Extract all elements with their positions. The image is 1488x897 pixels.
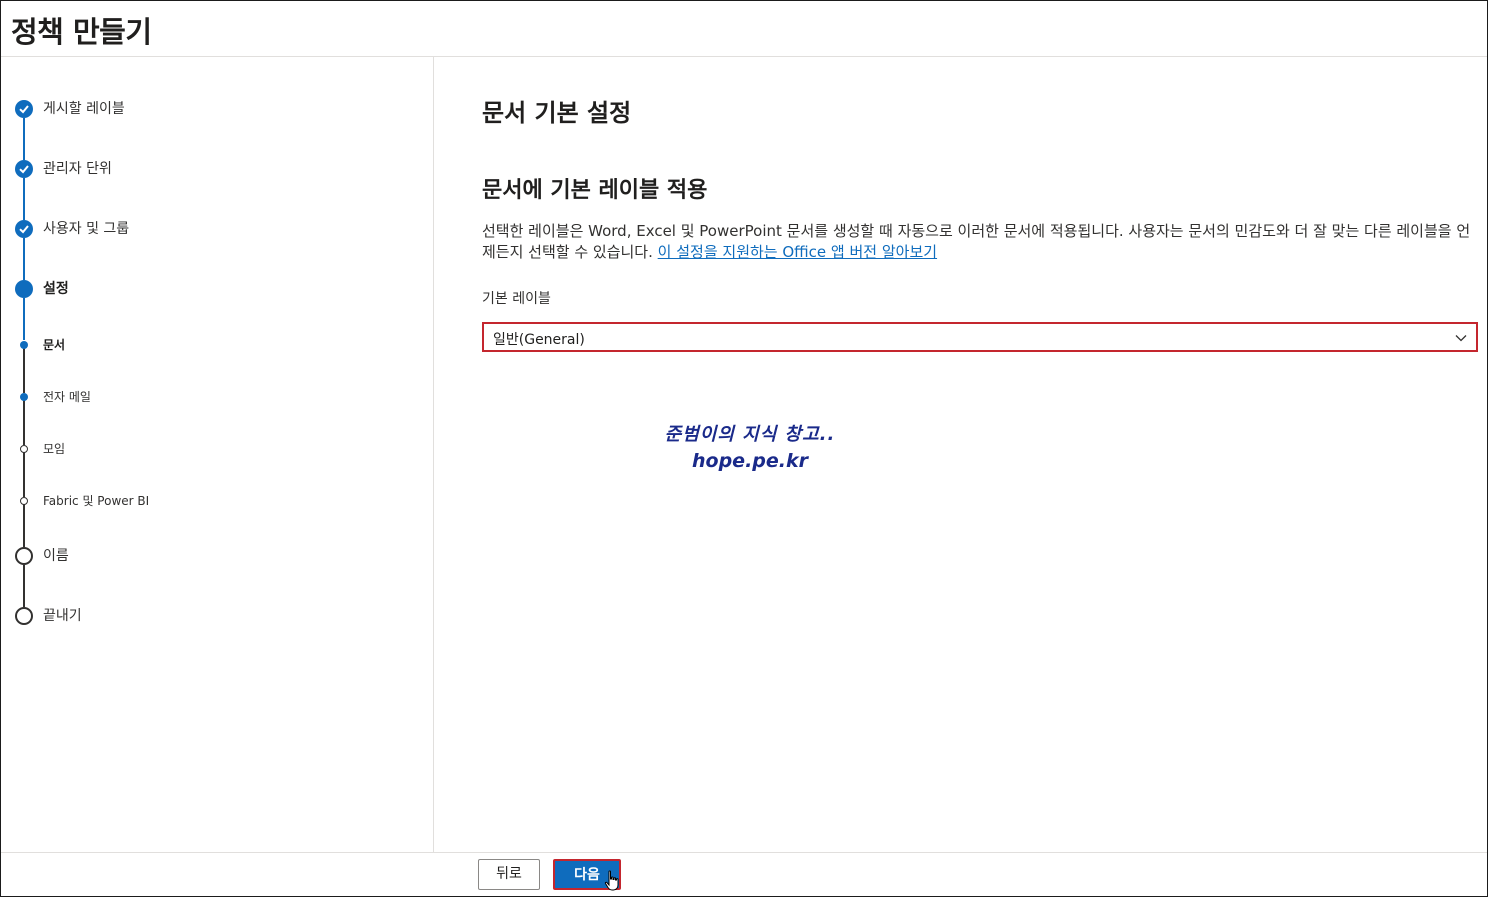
checkmark-icon	[15, 220, 33, 238]
step-connector	[23, 565, 25, 607]
nav-step-label: 설정	[43, 281, 69, 297]
default-label-dropdown[interactable]: 일반(General)	[482, 322, 1478, 352]
nav-step-label: 전자 메일	[43, 390, 91, 404]
learn-more-link[interactable]: 이 설정을 지원하는 Office 앱 버전 알아보기	[658, 243, 937, 261]
step-connector	[23, 298, 25, 340]
nav-substep-meetings[interactable]: 모임	[1, 440, 421, 464]
nav-step-label: 게시할 레이블	[43, 101, 125, 117]
nav-step-label: 사용자 및 그룹	[43, 221, 130, 237]
nav-step-name[interactable]: 이름	[1, 547, 421, 571]
checkmark-icon	[15, 100, 33, 118]
checkmark-icon	[15, 160, 33, 178]
nav-step-label: Fabric 및 Power BI	[43, 494, 150, 508]
nav-substep-fabric-powerbi[interactable]: Fabric 및 Power BI	[1, 492, 421, 516]
page-header: 정책 만들기	[1, 1, 1487, 57]
nav-step-label: 끝내기	[43, 608, 82, 624]
section-subheading: 문서에 기본 레이블 적용	[482, 178, 708, 203]
nav-step-labels-to-publish[interactable]: 게시할 레이블	[1, 100, 421, 124]
step-connector	[23, 118, 25, 160]
description-body: 선택한 레이블은 Word, Excel 및 PowerPoint 문서를 생성…	[482, 222, 1471, 261]
section-heading: 문서 기본 설정	[482, 99, 632, 127]
hand-cursor-icon	[604, 870, 620, 896]
dropdown-selected-value: 일반(General)	[493, 332, 585, 348]
nav-step-label: 모임	[43, 442, 66, 456]
nav-step-users-groups[interactable]: 사용자 및 그룹	[1, 220, 421, 244]
default-label-field-label: 기본 레이블	[482, 291, 551, 307]
substep-dot-icon	[20, 497, 28, 505]
current-step-dot-icon	[15, 280, 33, 298]
watermark: 준범이의 지식 창고.. hope.pe.kr	[660, 420, 840, 472]
nav-step-label: 이름	[43, 548, 69, 564]
substep-dot-icon	[20, 393, 28, 401]
nav-step-finish[interactable]: 끝내기	[1, 607, 421, 631]
nav-substep-documents[interactable]: 문서	[1, 336, 421, 360]
nav-step-settings[interactable]: 설정	[1, 280, 421, 304]
substep-dot-icon	[20, 341, 28, 349]
step-circle-icon	[15, 607, 33, 625]
nav-step-admin-units[interactable]: 관리자 단위	[1, 160, 421, 184]
wizard-nav: 게시할 레이블 관리자 단위 사용자 및 그룹 설정 문서 전자 메일 모임 F…	[1, 57, 434, 852]
page-title: 정책 만들기	[11, 15, 152, 49]
back-button[interactable]: 뒤로	[478, 859, 540, 890]
step-connector	[23, 178, 25, 220]
watermark-line2: hope.pe.kr	[692, 450, 808, 472]
substep-dot-icon	[20, 445, 28, 453]
description-text: 선택한 레이블은 Word, Excel 및 PowerPoint 문서를 생성…	[482, 221, 1480, 263]
step-circle-icon	[15, 547, 33, 565]
nav-substep-email[interactable]: 전자 메일	[1, 388, 421, 412]
chevron-down-icon	[1454, 330, 1468, 349]
watermark-line1: 준범이의 지식 창고..	[664, 424, 836, 445]
step-connector	[23, 238, 25, 280]
nav-step-label: 관리자 단위	[43, 161, 112, 177]
nav-step-label: 문서	[43, 338, 66, 352]
wizard-footer: 뒤로 다음	[1, 852, 1487, 896]
